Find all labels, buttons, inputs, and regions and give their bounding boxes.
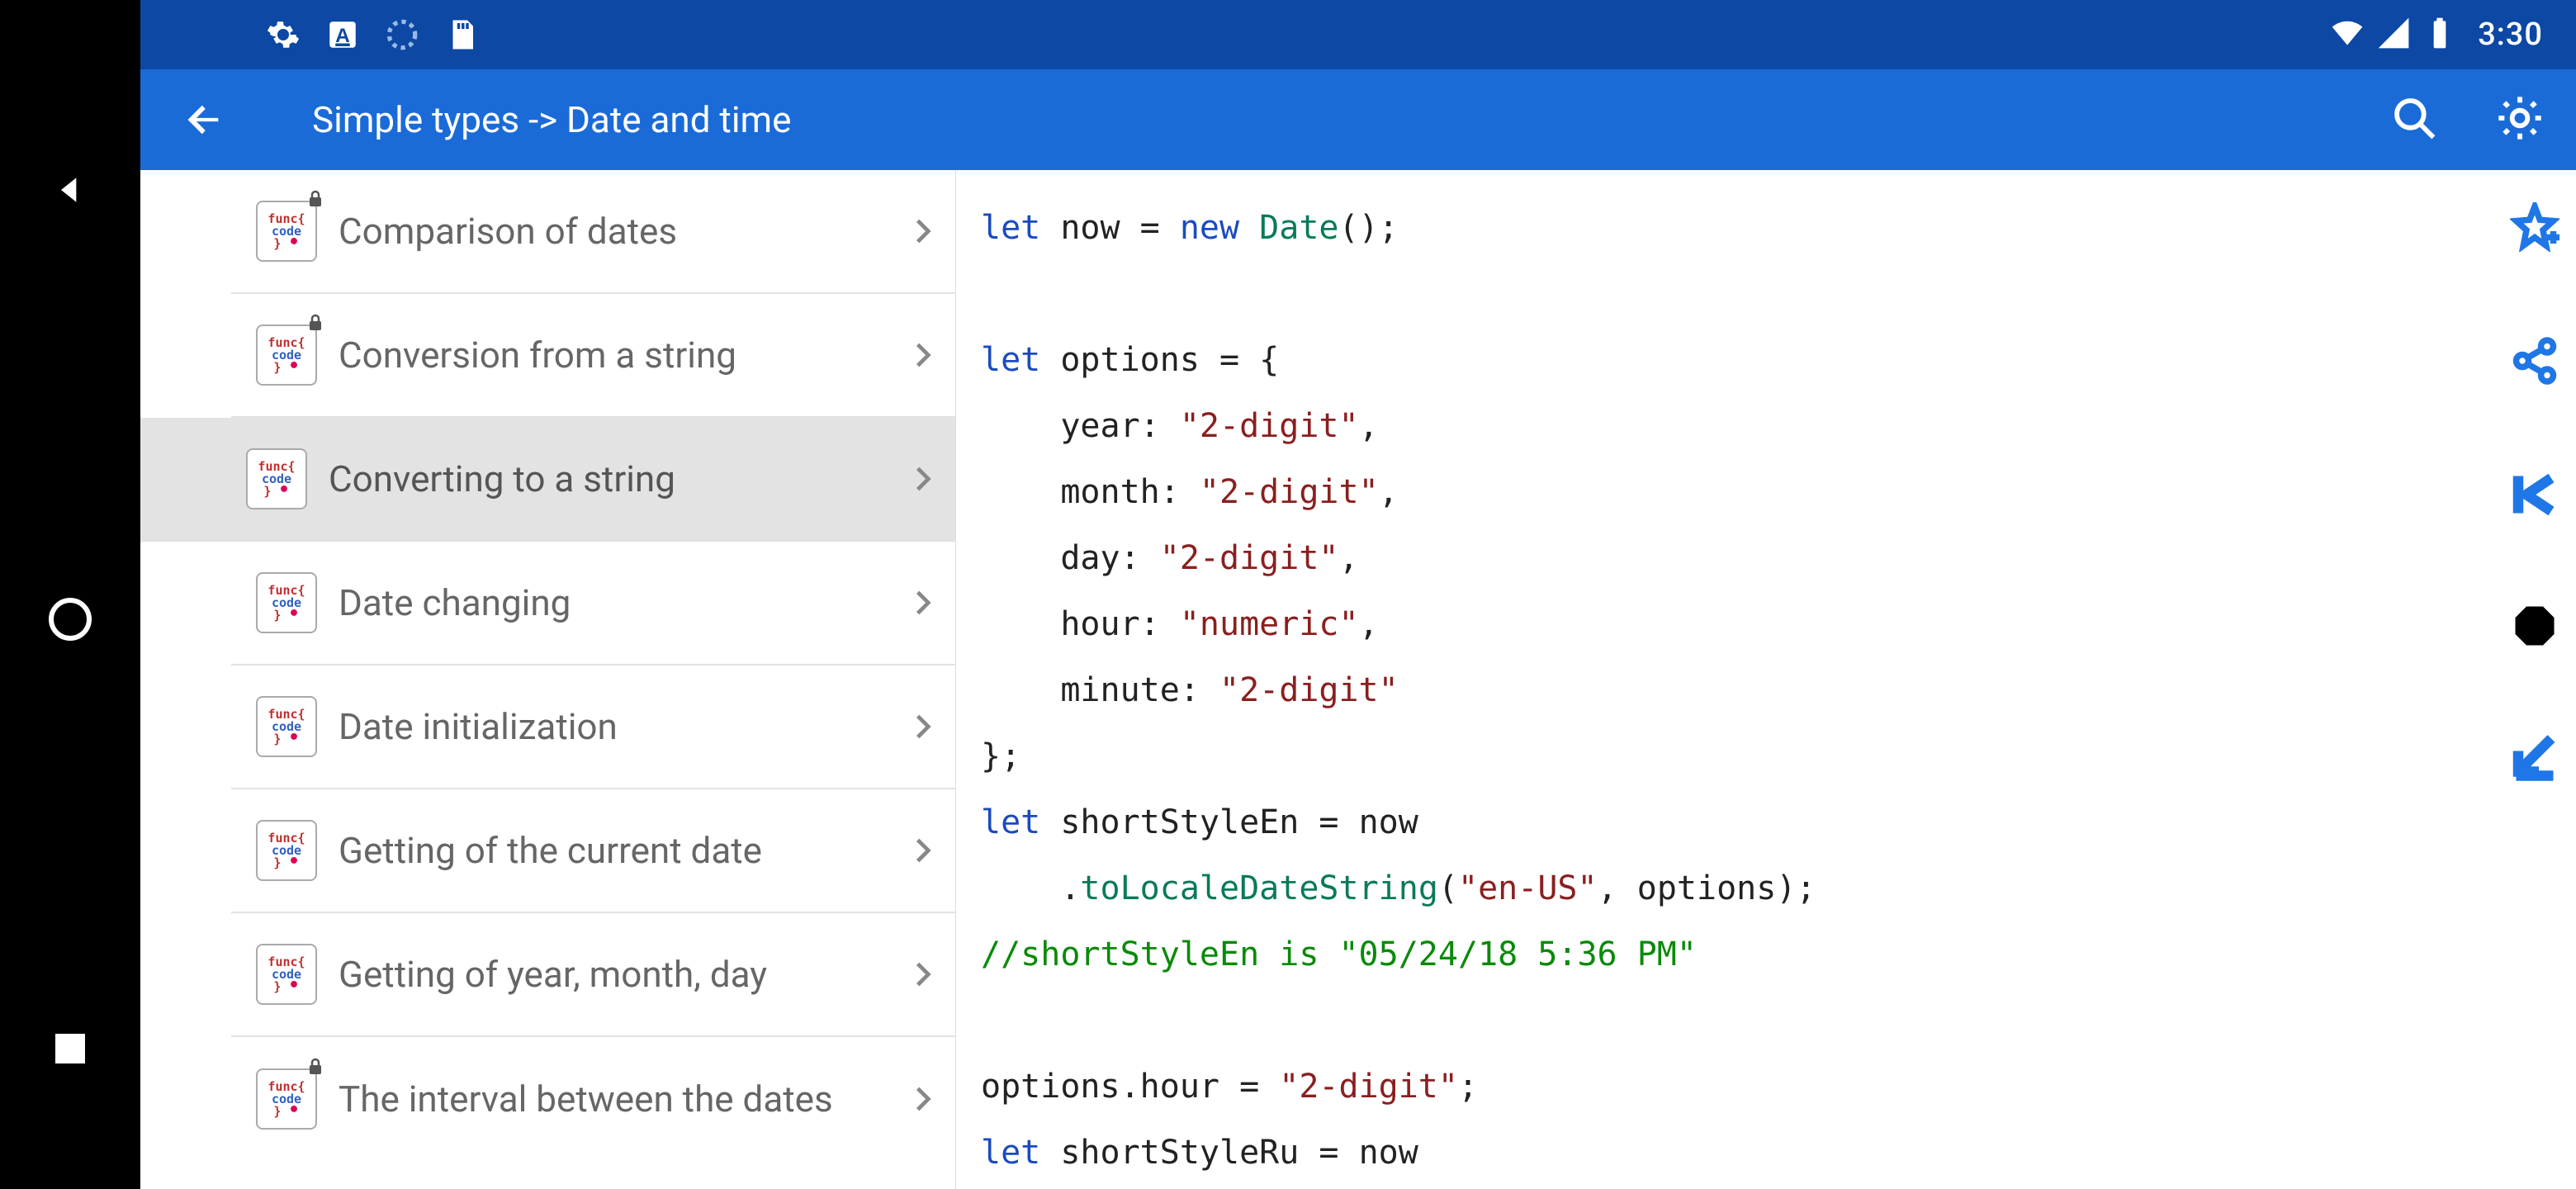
nav-overview-button[interactable] <box>45 1024 95 1073</box>
topic-item[interactable]: func{code} • The interval between the dat… <box>231 1037 955 1161</box>
share-button[interactable] <box>2507 334 2562 388</box>
settings-button[interactable] <box>2497 95 2543 144</box>
code-snippet-icon: func{code} • <box>256 820 317 881</box>
topic-item[interactable]: func{code} • Comparison of dates <box>231 170 955 294</box>
lock-icon <box>305 313 325 333</box>
app-bar: Simple types -> Date and time <box>140 69 2576 170</box>
topic-label: The interval between the dates <box>339 1078 907 1120</box>
scroll-bottom-button[interactable] <box>2507 730 2562 784</box>
topic-label: Comparison of dates <box>339 211 907 252</box>
search-button[interactable] <box>2391 95 2437 144</box>
wifi-icon <box>2329 15 2365 54</box>
code-snippet-icon: func{code} • <box>256 572 317 633</box>
settings-status-icon <box>266 17 301 52</box>
sd-card-status-icon <box>444 17 479 52</box>
chevron-right-icon <box>907 835 939 866</box>
topic-item[interactable]: func{code} • Conversion from a string <box>231 294 955 418</box>
chevron-right-icon <box>907 463 939 495</box>
topic-label: Getting of the current date <box>339 830 907 871</box>
code-snippet-icon: func{code} • <box>256 944 317 1005</box>
sync-status-icon <box>385 17 419 52</box>
topic-label: Getting of year, month, day <box>339 954 907 995</box>
battery-icon <box>2422 15 2458 54</box>
status-time: 3:30 <box>2478 17 2543 53</box>
nav-back-button[interactable] <box>45 165 95 215</box>
code-view[interactable]: let now = new Date(); let options = { ye… <box>956 170 2493 1189</box>
code-snippet-icon: func{code} • <box>256 324 317 386</box>
signal-icon <box>2375 15 2412 54</box>
chevron-right-icon <box>907 959 939 990</box>
topic-item[interactable]: func{code} • Date initialization <box>231 666 955 789</box>
keyboard-status-icon: A <box>325 17 360 52</box>
chevron-right-icon <box>907 339 939 371</box>
code-snippet-icon: func{code} • <box>256 696 317 757</box>
android-nav-bar <box>0 0 140 1189</box>
chevron-right-icon <box>907 711 939 742</box>
topic-item[interactable]: func{code} • Date changing <box>231 542 955 666</box>
topic-item[interactable]: func{code} • Converting to a string <box>140 418 955 542</box>
status-bar: A 3:30 <box>140 0 2576 69</box>
favorite-button[interactable] <box>2507 200 2562 254</box>
chevron-right-icon <box>907 216 939 247</box>
topic-list: func{code} •Comparison of datesfunc{code… <box>140 170 956 1189</box>
page-title: Simple types -> Date and time <box>312 98 791 141</box>
topic-label: Converting to a string <box>329 458 907 500</box>
lock-icon <box>305 1057 325 1077</box>
chevron-right-icon <box>907 1083 939 1115</box>
nav-home-button[interactable] <box>45 594 95 644</box>
scroll-top-button[interactable] <box>2507 467 2562 522</box>
marker-button[interactable] <box>2510 601 2559 651</box>
lock-icon <box>305 189 325 209</box>
topic-item[interactable]: func{code} • Getting of the current date <box>231 789 955 913</box>
code-snippet-icon: func{code} • <box>256 201 317 262</box>
topic-label: Conversion from a string <box>339 334 907 376</box>
topic-label: Date changing <box>339 582 907 623</box>
back-button[interactable] <box>180 96 228 144</box>
code-snippet-icon: func{code} • <box>256 1068 317 1130</box>
code-actions <box>2493 170 2576 1189</box>
code-snippet-icon: func{code} • <box>246 448 307 509</box>
topic-label: Date initialization <box>339 706 907 747</box>
chevron-right-icon <box>907 587 939 618</box>
topic-item[interactable]: func{code} • Getting of year, month, day <box>231 913 955 1037</box>
